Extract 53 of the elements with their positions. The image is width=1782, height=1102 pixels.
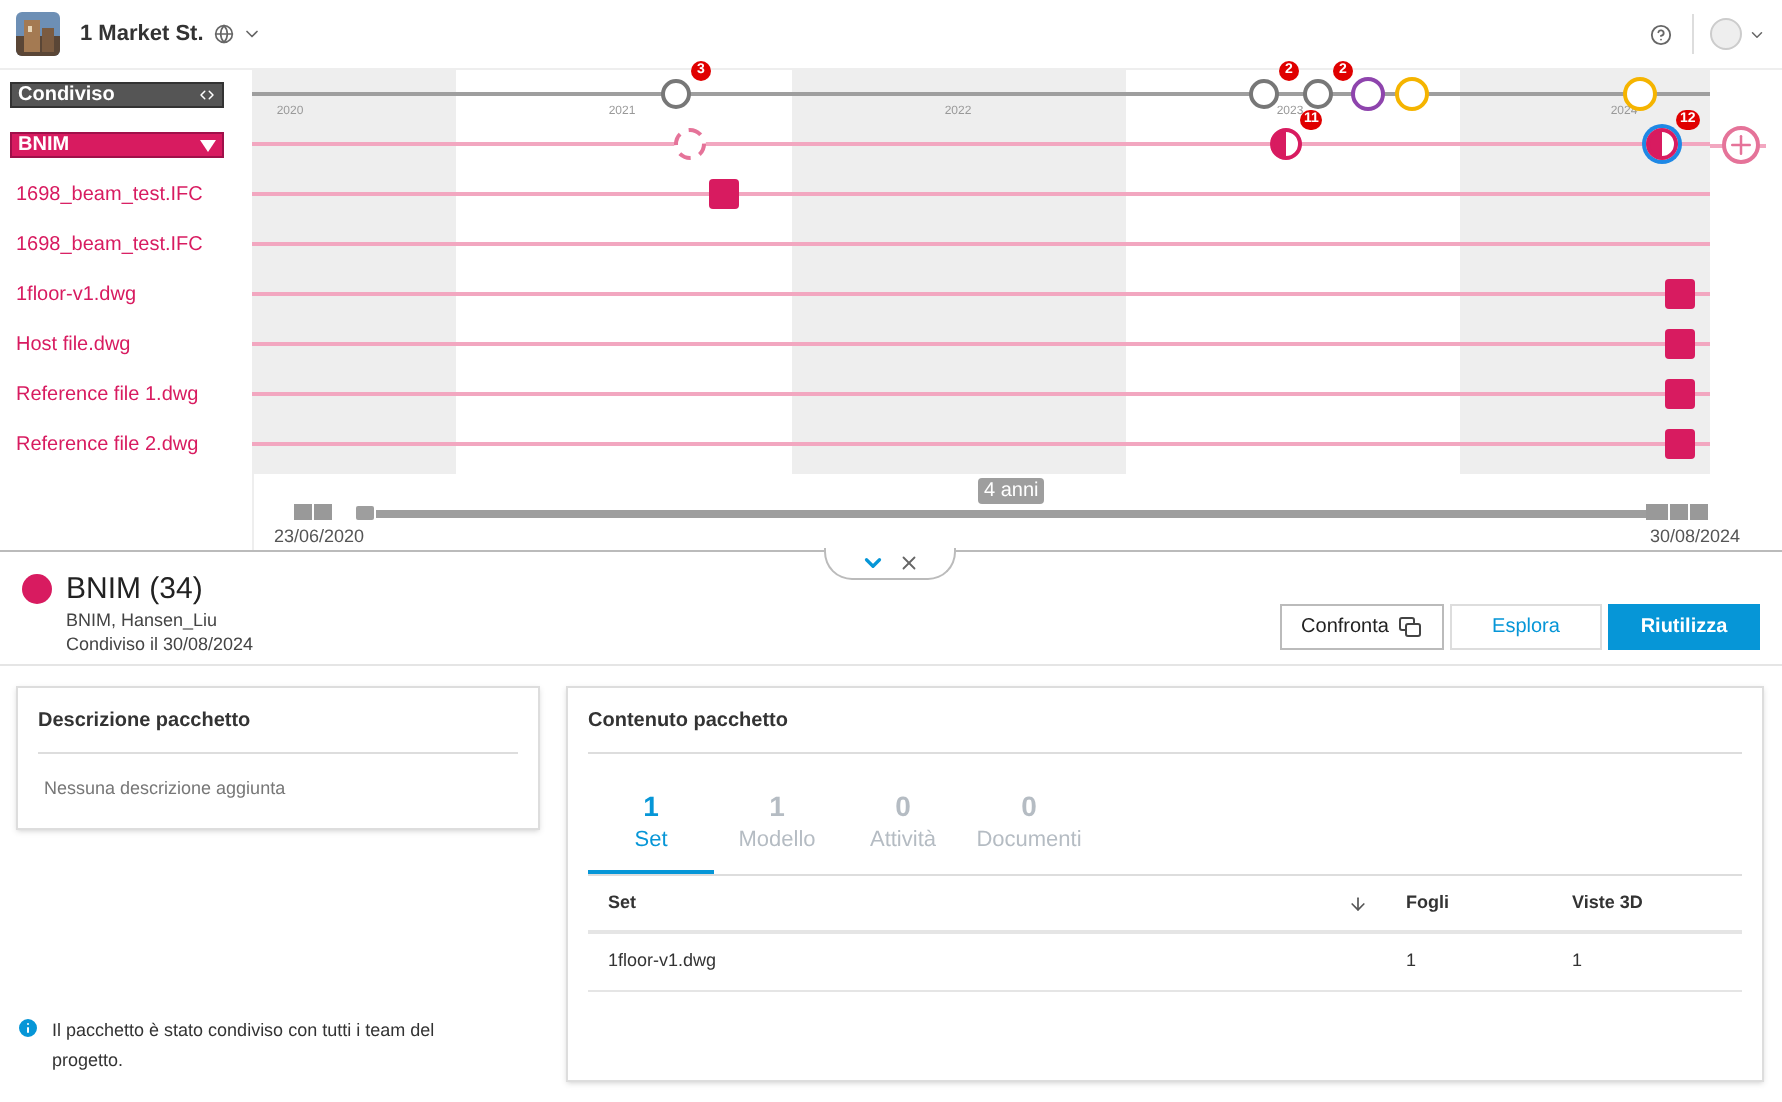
shared-package-marker[interactable] bbox=[661, 79, 691, 109]
info-note: Il pacchetto è stato condiviso con tutti i team del progetto. bbox=[52, 1018, 437, 1074]
ring-marker[interactable] bbox=[1351, 77, 1385, 111]
close-icon[interactable] bbox=[898, 552, 920, 574]
version-marker[interactable] bbox=[709, 179, 739, 209]
file-name[interactable]: Reference file 1.dwg bbox=[16, 380, 199, 410]
table-cell-text: 1 bbox=[1406, 948, 1419, 975]
info-icon bbox=[16, 1016, 40, 1040]
shared-filter[interactable]: Condiviso bbox=[10, 82, 224, 108]
file-name[interactable]: 1698_beam_test.IFC bbox=[16, 180, 203, 210]
add-icon[interactable] bbox=[1722, 126, 1760, 164]
table-cell-text: 1floor-v1.dwg bbox=[606, 948, 719, 975]
ring-marker[interactable] bbox=[1395, 77, 1429, 111]
table-cell-text: 1 bbox=[1572, 948, 1583, 975]
explore-button[interactable]: Esplora bbox=[1450, 604, 1602, 650]
content-tab[interactable]: 1 Set bbox=[588, 786, 714, 874]
version-marker[interactable] bbox=[1665, 279, 1695, 309]
layers-icon bbox=[1398, 616, 1423, 638]
version-marker[interactable] bbox=[1665, 329, 1695, 359]
sort-icon[interactable] bbox=[1348, 893, 1368, 913]
draft-marker[interactable] bbox=[674, 128, 706, 160]
team-dropdown[interactable]: BNIM bbox=[10, 132, 224, 158]
package-marker[interactable] bbox=[1646, 128, 1678, 160]
range-label: 4 anni bbox=[978, 478, 1045, 504]
swap-icon bbox=[198, 86, 216, 104]
range-end-handle[interactable] bbox=[1646, 504, 1668, 520]
file-name[interactable]: 1floor-v1.dwg bbox=[16, 280, 137, 310]
shared-package-marker[interactable] bbox=[1249, 79, 1279, 109]
start-date: 23/06/2020 bbox=[274, 524, 365, 550]
version-marker[interactable] bbox=[1665, 429, 1695, 459]
package-members: BNIM, Hansen_Liu bbox=[66, 608, 220, 632]
reuse-button[interactable]: Riutilizza bbox=[1608, 604, 1760, 650]
package-title: BNIM (34) bbox=[66, 570, 205, 608]
description-text: Nessuna descrizione aggiunta bbox=[42, 776, 288, 802]
column-header[interactable]: Set bbox=[588, 889, 1348, 917]
column-header[interactable]: Viste 3D bbox=[1572, 889, 1643, 917]
project-name[interactable]: 1 Market St. bbox=[80, 17, 204, 51]
shared-date: Condiviso il 30/08/2024 bbox=[66, 632, 254, 656]
card-title: Contenuto pacchetto bbox=[588, 688, 1742, 754]
card-title: Descrizione pacchetto bbox=[38, 688, 518, 754]
version-marker[interactable] bbox=[1665, 379, 1695, 409]
file-name[interactable]: Reference file 2.dwg bbox=[16, 430, 199, 460]
end-date: 30/08/2024 bbox=[1650, 524, 1741, 550]
file-name[interactable]: Host file.dwg bbox=[16, 330, 131, 360]
shared-package-marker[interactable] bbox=[1303, 79, 1333, 109]
help-icon[interactable] bbox=[1650, 23, 1672, 45]
compare-button[interactable]: Confronta bbox=[1280, 604, 1444, 650]
caret-icon bbox=[200, 139, 216, 151]
column-header[interactable]: Fogli bbox=[1406, 889, 1572, 917]
file-name[interactable]: 1698_beam_test.IFC bbox=[16, 230, 203, 260]
range-start-handle[interactable] bbox=[354, 504, 376, 522]
globe-icon bbox=[213, 24, 234, 44]
package-marker[interactable] bbox=[1270, 128, 1302, 160]
